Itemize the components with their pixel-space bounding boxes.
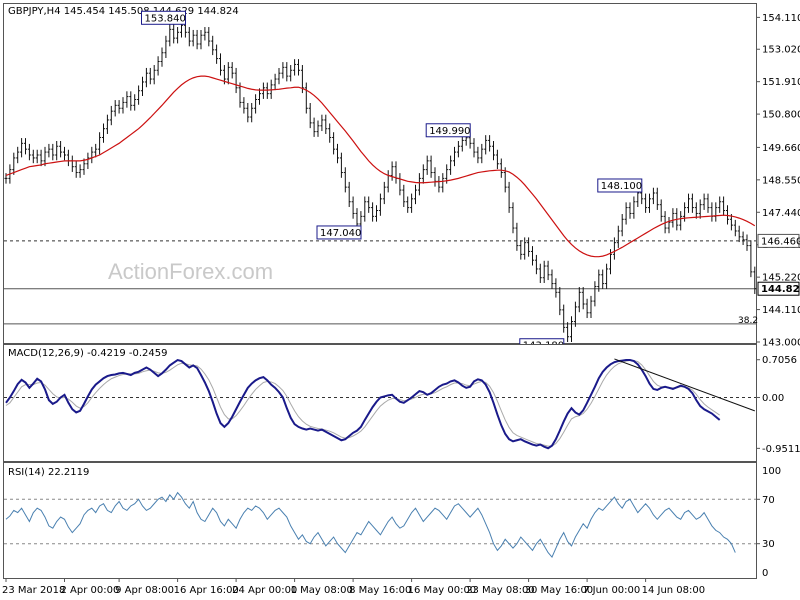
rsi-y-extra-label: 100: [762, 466, 781, 477]
rsi-y-tick-label: 70: [762, 495, 775, 506]
fib-label: 38.2: [738, 316, 758, 326]
macd-y-axis: 0.7056 0.00 -0.9511: [756, 355, 800, 455]
rsi-panel-frame: [3, 462, 757, 579]
price-y-tick-label: 144.110: [762, 305, 800, 316]
price-panel-title: GBPJPY,H4 145.454 145.508 144.629 144.82…: [8, 6, 239, 17]
price-y-tick-label: 150.800: [762, 110, 800, 121]
price-y-tick-label: 143.000: [762, 338, 800, 349]
rsi-y-tick-label: 30: [762, 539, 775, 550]
price-annotation-label: 148.100: [601, 181, 642, 192]
price-tag-label: 146.460: [761, 236, 800, 247]
x-tick-label: 1 May 08:00: [291, 585, 353, 596]
macd-panel: MACD(12,26,9) -0.4219 -0.2459 0.7056 0.00…: [3, 344, 800, 462]
x-tick-label: 14 Jun 08:00: [642, 585, 706, 596]
watermark: ActionForex.com: [108, 259, 273, 284]
x-tick-label: 8 May 16:00: [349, 585, 411, 596]
x-tick-label: 16 Apr 16:00: [174, 585, 239, 596]
price-panel: ActionForex.com GBPJPY,H4 145.454 145.50…: [3, 3, 800, 353]
price-annotation-label: 147.040: [320, 228, 361, 239]
rsi-panel-title: RSI(14) 22.2119: [8, 467, 89, 478]
rsi-y-extra-label: 0: [762, 568, 768, 579]
rsi-y-axis: 70 30 100 0: [756, 466, 781, 579]
x-axis: 23 Mar 20182 Apr 00:009 Apr 08:00 16 Apr …: [2, 578, 705, 596]
price-y-axis: 154.110 153.020 151.910 150.800 149.660 148.5…: [756, 13, 800, 349]
macd-panel-title: MACD(12,26,9) -0.4219 -0.2459: [8, 348, 168, 359]
x-tick-label: 7 Jun 00:00: [583, 585, 640, 596]
chart-canvas: ActionForex.com GBPJPY,H4 145.454 145.50…: [2, 3, 800, 596]
price-y-tick-label: 149.660: [762, 143, 800, 154]
x-tick-label: 2 Apr 00:00: [61, 585, 120, 596]
price-y-tick-label: 148.550: [762, 175, 800, 186]
x-tick-label: 24 Apr 00:00: [232, 585, 297, 596]
rsi-panel: RSI(14) 22.2119 70 30 100 0: [3, 462, 781, 579]
price-y-tick-label: 154.110: [762, 13, 800, 24]
price-panel-frame: [3, 3, 757, 344]
price-y-tick-label: 151.910: [762, 77, 800, 88]
macd-panel-frame: [3, 344, 757, 462]
price-y-tick-label: 153.020: [762, 45, 800, 56]
price-y-tick-label: 147.440: [762, 208, 800, 219]
price-annotation-label: 149.990: [429, 126, 470, 137]
x-tick-label: 9 Apr 08:00: [115, 585, 174, 596]
macd-y-tick-label: 0.00: [762, 393, 784, 404]
macd-y-tick-label: -0.9511: [762, 444, 800, 455]
macd-y-tick-label: 0.7056: [762, 355, 797, 366]
x-tick-label: 23 Mar 2018: [2, 585, 65, 596]
price-tag-label: 144.824: [761, 284, 800, 295]
price-annotation-label: 153.840: [145, 13, 186, 24]
